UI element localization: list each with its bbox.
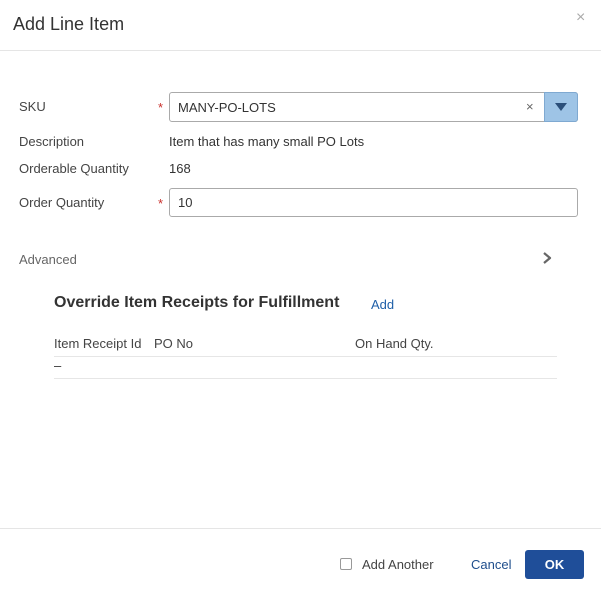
sku-label: SKU [19, 99, 46, 114]
override-section-title: Override Item Receipts for Fulfillment [54, 294, 340, 311]
clear-icon[interactable]: × [526, 100, 534, 113]
chevron-right-icon[interactable] [542, 252, 552, 264]
add-receipt-link[interactable]: Add [371, 297, 394, 312]
cancel-button[interactable]: Cancel [471, 557, 511, 572]
orderable-quantity-label: Orderable Quantity [19, 161, 129, 176]
sku-select[interactable]: MANY-PO-LOTS × [169, 92, 578, 122]
add-another-label[interactable]: Add Another [362, 557, 434, 572]
dropdown-toggle[interactable] [544, 92, 578, 122]
close-icon[interactable]: × [576, 10, 585, 26]
order-quantity-label: Order Quantity [19, 195, 105, 210]
column-header-item-receipt-id: Item Receipt Id [54, 336, 142, 351]
table-header-divider [54, 356, 557, 357]
column-header-po-no: PO No [154, 336, 194, 351]
dialog-header: Add Line Item × [0, 0, 601, 51]
dialog-title: Add Line Item [13, 14, 125, 34]
sku-required-marker: * [158, 100, 164, 115]
description-label: Description [19, 134, 85, 149]
advanced-toggle[interactable]: Advanced [19, 252, 77, 267]
table-row-divider [54, 378, 557, 379]
table-row-empty-cell: – [54, 358, 62, 373]
ok-button[interactable]: OK [525, 550, 584, 579]
sku-selected-value: MANY-PO-LOTS [178, 100, 276, 115]
orderable-quantity-value: 168 [169, 161, 191, 176]
caret-down-icon [555, 103, 567, 111]
description-value: Item that has many small PO Lots [169, 134, 365, 149]
footer-divider [0, 528, 601, 529]
column-header-on-hand-qty: On Hand Qty. [355, 336, 434, 351]
order-quantity-required-marker: * [158, 196, 164, 211]
add-another-checkbox[interactable] [340, 558, 352, 570]
order-quantity-input[interactable] [169, 188, 578, 217]
